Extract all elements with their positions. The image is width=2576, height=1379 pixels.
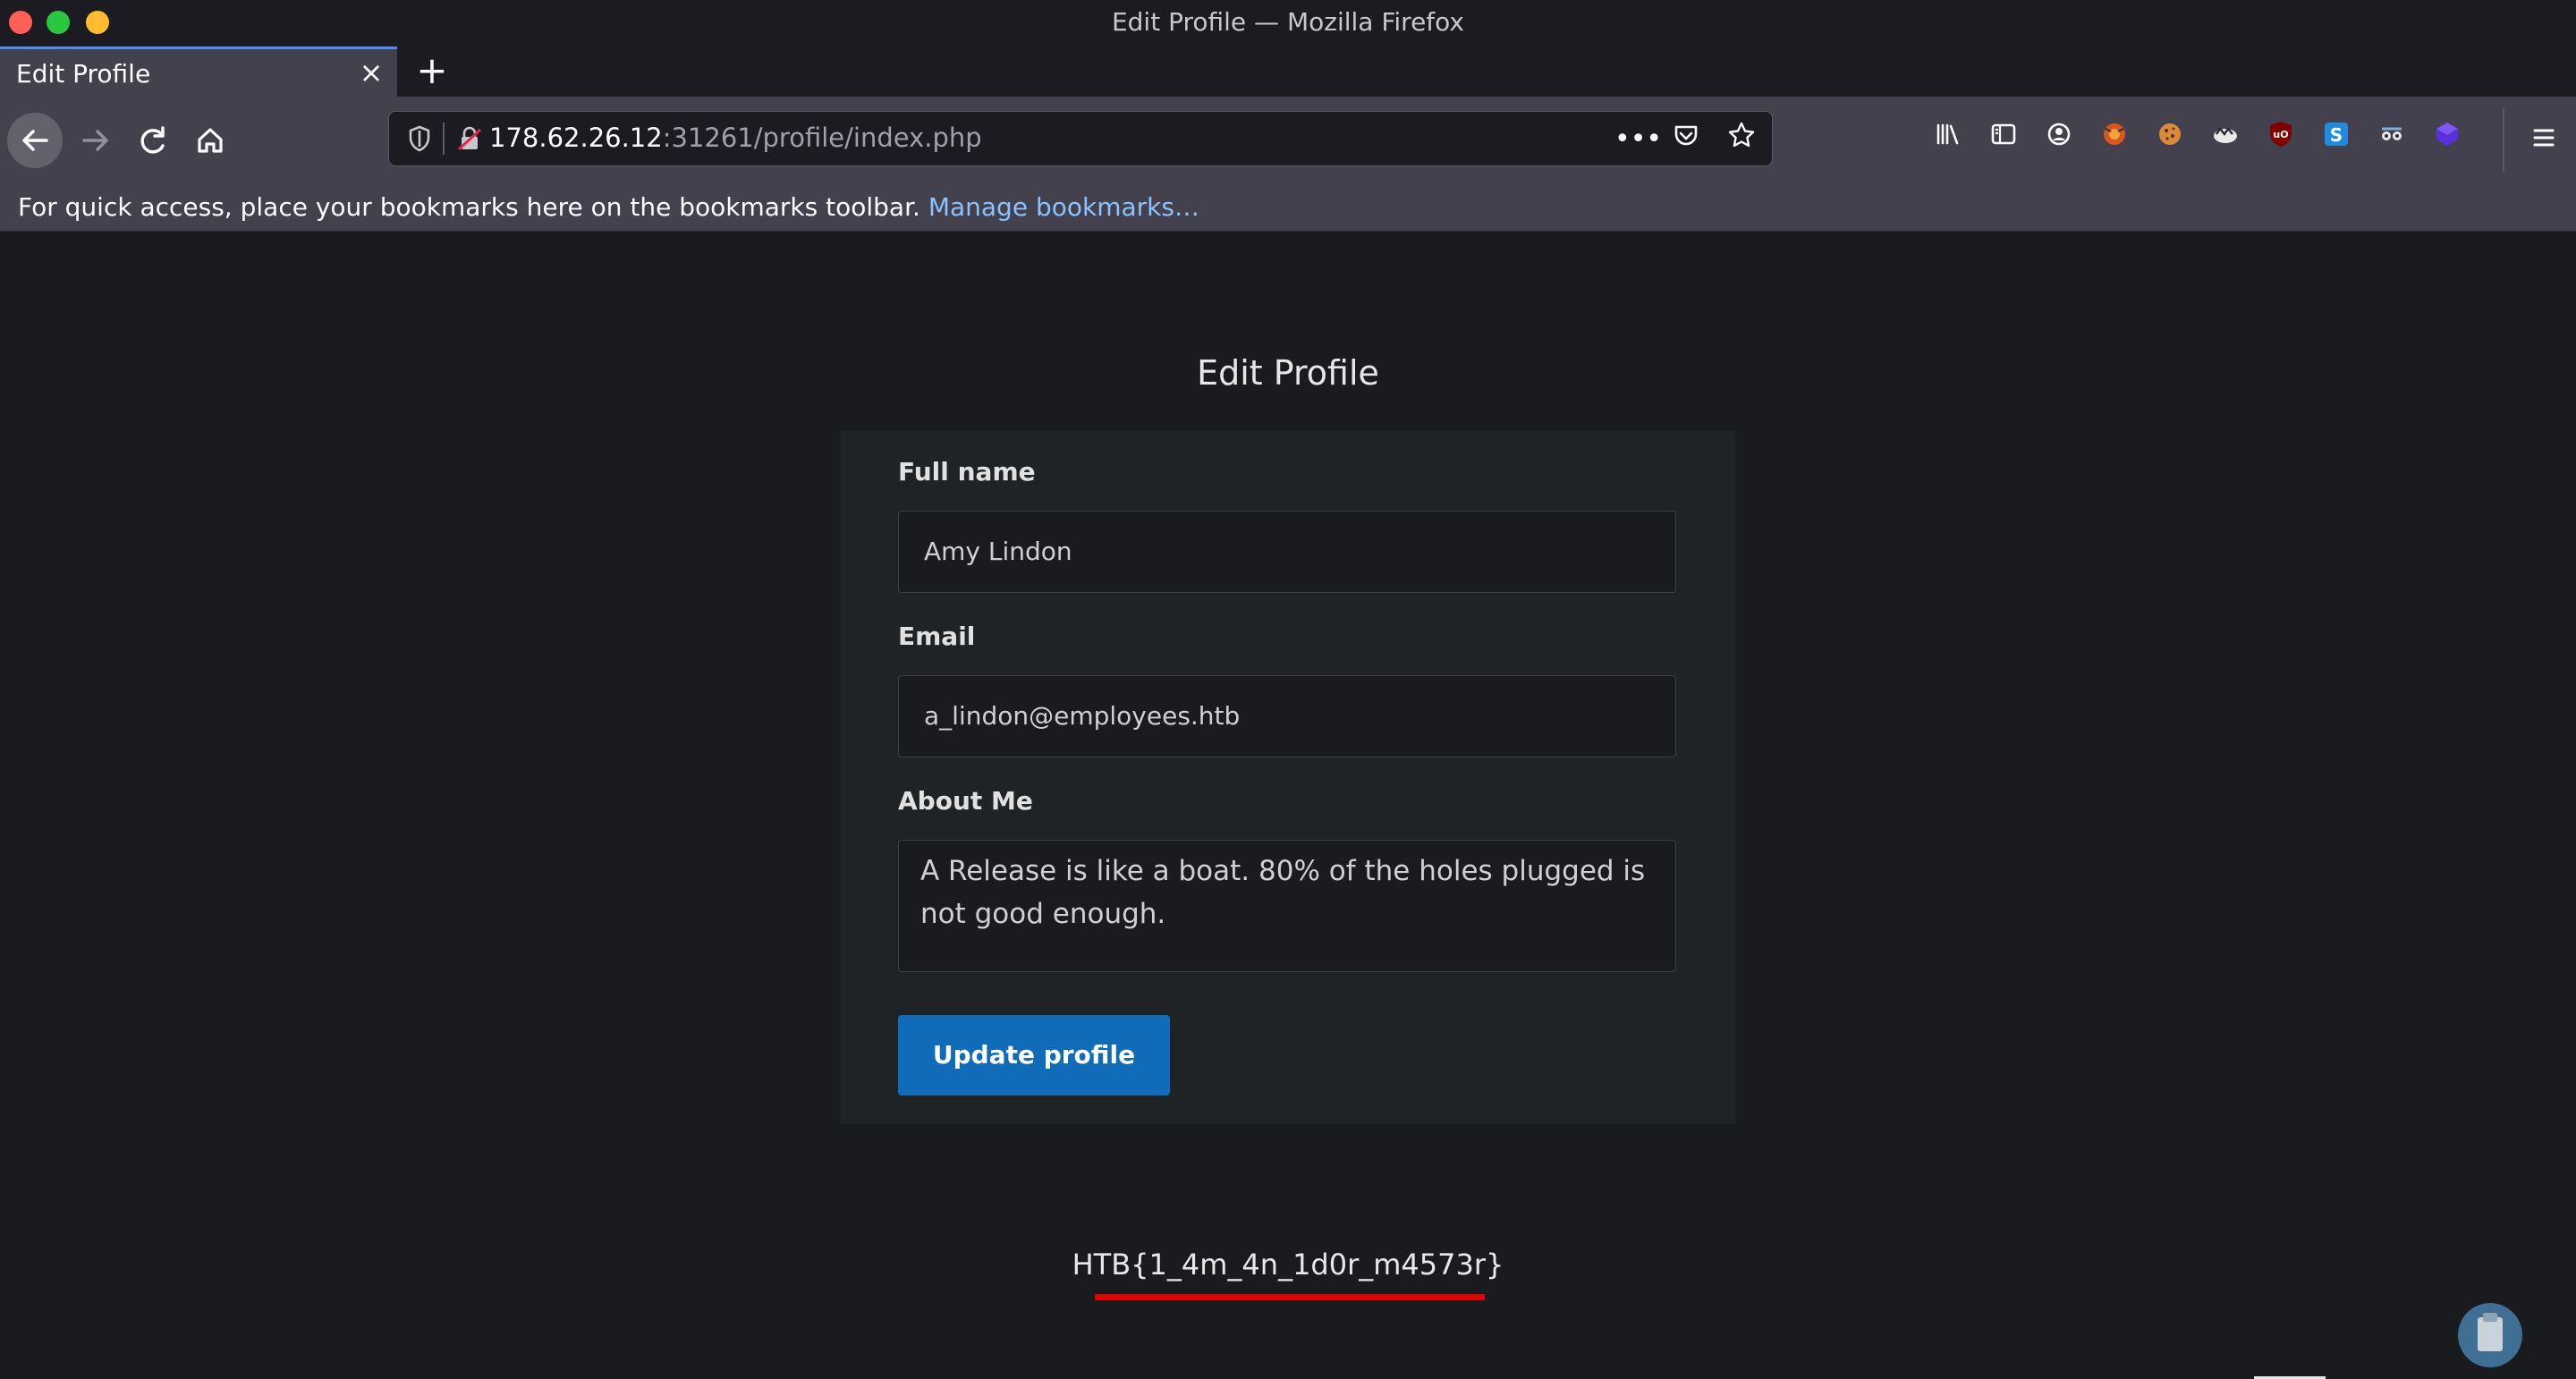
s-extension-icon[interactable]: S: [2320, 118, 2352, 150]
ublock-origin-icon[interactable]: uO: [2265, 118, 2297, 150]
manage-bookmarks-link[interactable]: Manage bookmarks…: [928, 192, 1199, 222]
back-button[interactable]: [7, 113, 63, 168]
clipboard-floating-button[interactable]: [2458, 1303, 2522, 1367]
bookmarks-hint-text: For quick access, place your bookmarks h…: [18, 192, 920, 222]
tracking-protection-shield-icon[interactable]: [403, 123, 436, 155]
svg-text:uO: uO: [2273, 129, 2288, 140]
about-me-label: About Me: [898, 786, 1033, 816]
arrow-right-icon: [82, 130, 108, 151]
hamburger-menu-icon[interactable]: [2524, 118, 2563, 157]
home-button[interactable]: [182, 113, 238, 168]
url-host: 178.62.26.12: [489, 123, 663, 153]
sidebar-icon[interactable]: [1987, 118, 2020, 150]
home-icon: [198, 128, 223, 153]
svg-text:S: S: [2330, 124, 2343, 146]
foxyproxy-icon[interactable]: [2098, 118, 2131, 150]
tab-edit-profile[interactable]: Edit Profile ×: [0, 47, 397, 97]
bookmarks-toolbar: For quick access, place your bookmarks h…: [0, 184, 2576, 232]
wappalyzer-icon[interactable]: [2209, 118, 2241, 150]
navigation-toolbar: 178.62.26.12:31261/profile/index.php •••: [0, 97, 2576, 184]
full-name-field[interactable]: Amy Lindon: [898, 511, 1676, 593]
clipboard-icon: [2478, 1317, 2503, 1351]
page-title: Edit Profile: [1197, 353, 1379, 393]
cube-extension-icon[interactable]: [2431, 118, 2463, 150]
bookmarks-hint: For quick access, place your bookmarks h…: [18, 192, 1199, 222]
window-title: Edit Profile — Mozilla Firefox: [1111, 7, 1465, 37]
edit-profile-form: Full name Amy Lindon Email a_lindon@empl…: [841, 430, 1735, 1124]
url-separator: [443, 123, 445, 155]
spy-extension-icon[interactable]: [2376, 118, 2408, 150]
reload-button[interactable]: [125, 113, 181, 168]
page-actions-more-icon[interactable]: •••: [1614, 123, 1662, 155]
email-label: Email: [898, 622, 976, 651]
new-tab-button[interactable]: +: [411, 50, 453, 91]
url-actions: •••: [1614, 121, 1758, 157]
email-field[interactable]: a_lindon@employees.htb: [898, 675, 1676, 757]
tab-close-icon[interactable]: ×: [354, 55, 388, 90]
extension-toolbar: uO S: [1932, 118, 2463, 150]
bookmark-star-icon[interactable]: [1725, 120, 1758, 157]
about-me-textarea[interactable]: A Release is like a boat. 80% of the hol…: [898, 840, 1676, 972]
toolbar-separator: [2503, 109, 2504, 172]
reload-icon: [140, 126, 165, 154]
insecure-lock-icon[interactable]: [453, 123, 486, 155]
red-underline: [1095, 1294, 1485, 1300]
page-content: Edit Profile Full name Amy Lindon Email …: [0, 232, 2576, 1379]
url-bar[interactable]: 178.62.26.12:31261/profile/index.php •••: [388, 111, 1773, 166]
url-path: :31261/profile/index.php: [662, 123, 982, 153]
tab-strip: Edit Profile × +: [0, 47, 2576, 97]
pocket-icon[interactable]: [1670, 120, 1702, 157]
tab-label: Edit Profile: [16, 59, 151, 89]
forward-button[interactable]: [68, 113, 123, 168]
cookie-editor-icon[interactable]: [2154, 118, 2186, 150]
arrow-left-icon: [22, 130, 48, 151]
account-icon[interactable]: [2043, 118, 2075, 150]
window-titlebar: Edit Profile — Mozilla Firefox: [0, 0, 2576, 47]
url-text[interactable]: 178.62.26.12:31261/profile/index.php: [489, 123, 982, 153]
update-profile-button[interactable]: Update profile: [898, 1015, 1170, 1096]
library-icon[interactable]: [1932, 118, 1964, 150]
flag-text: HTB{1_4m_4n_1d0r_m4573r}: [1072, 1248, 1504, 1282]
clipboard-clip: [2483, 1313, 2497, 1322]
full-name-label: Full name: [898, 457, 1036, 486]
